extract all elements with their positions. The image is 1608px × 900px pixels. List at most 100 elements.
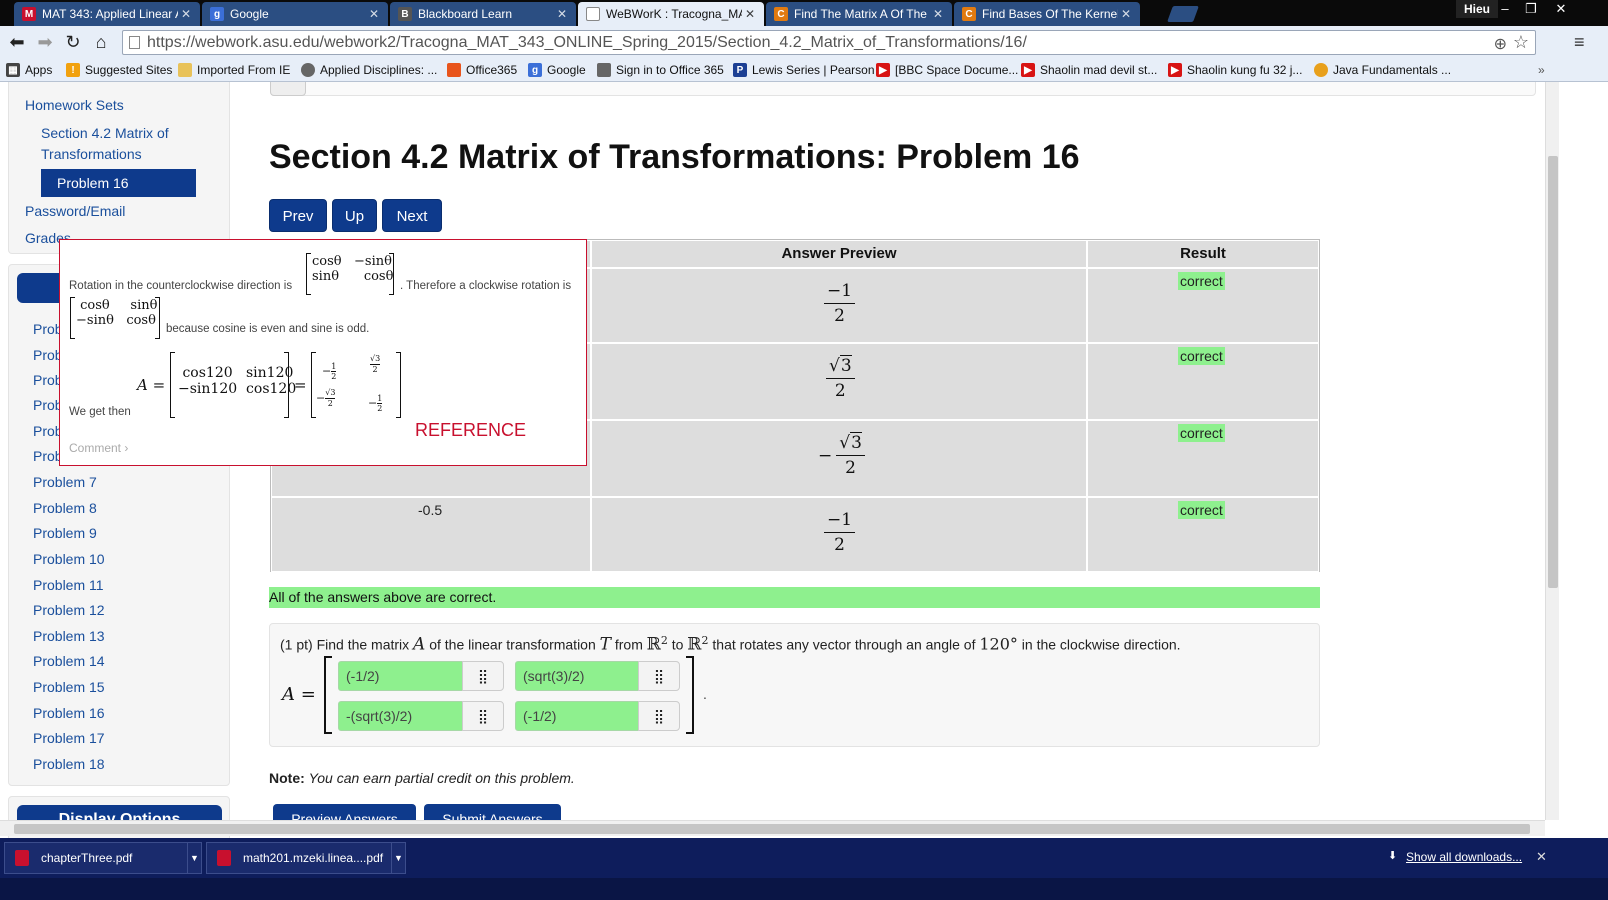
new-tab-button[interactable] bbox=[1167, 6, 1199, 22]
answer-input-3[interactable]: -(sqrt(3)/2) bbox=[338, 701, 464, 731]
download-item[interactable]: chapterThree.pdf ▼ bbox=[4, 842, 202, 874]
section-link-line2[interactable]: Transformations bbox=[41, 146, 142, 162]
tab-find-bases[interactable]: C Find Bases Of The Kernel ✕ bbox=[954, 2, 1140, 26]
close-icon[interactable]: ✕ bbox=[178, 7, 194, 21]
minimize-icon[interactable]: – bbox=[1492, 0, 1518, 18]
bookmark-java[interactable]: Java Fundamentals ... bbox=[1314, 62, 1451, 78]
close-icon[interactable]: ✕ bbox=[554, 7, 570, 21]
close-icon[interactable]: ✕ bbox=[742, 7, 758, 21]
problem-18-link[interactable]: Problem 18 bbox=[33, 756, 105, 772]
bookmark-applied[interactable]: Applied Disciplines: ... bbox=[301, 62, 437, 78]
page-content: Homework Sets Section 4.2 Matrix of Tran… bbox=[0, 82, 1590, 838]
horizontal-scrollbar[interactable] bbox=[0, 820, 1545, 836]
close-icon[interactable]: ✕ bbox=[930, 7, 946, 21]
equation-editor-button[interactable]: ⣿ bbox=[462, 661, 504, 691]
tab-blackboard[interactable]: B Blackboard Learn ✕ bbox=[390, 2, 576, 26]
vertical-scrollbar[interactable] bbox=[1545, 82, 1559, 820]
password-email-link[interactable]: Password/Email bbox=[25, 203, 125, 219]
bookmark-pearson[interactable]: P Lewis Series | Pearson bbox=[733, 62, 875, 78]
problem-13-link[interactable]: Problem 13 bbox=[33, 628, 105, 644]
home-icon[interactable]: ⌂ bbox=[88, 30, 114, 54]
download-bar: chapterThree.pdf ▼ math201.mzeki.linea..… bbox=[0, 838, 1608, 878]
problem-10-link[interactable]: Problem 10 bbox=[33, 551, 105, 567]
answer-input-4[interactable]: (-1/2) bbox=[515, 701, 641, 731]
show-all-downloads-link[interactable]: Show all downloads... bbox=[1406, 850, 1522, 864]
problem-12-link[interactable]: Problem 12 bbox=[33, 602, 105, 618]
equation-editor-button[interactable]: ⣿ bbox=[638, 701, 680, 731]
restore-icon[interactable]: ❐ bbox=[1518, 0, 1544, 18]
active-problem-link[interactable]: Problem 16 bbox=[41, 169, 196, 197]
star-icon[interactable]: ☆ bbox=[1513, 31, 1529, 54]
answer-input-2[interactable]: (sqrt(3)/2) bbox=[515, 661, 641, 691]
close-window-icon[interactable]: ✕ bbox=[1548, 0, 1574, 18]
prev-button[interactable]: Prev bbox=[269, 199, 327, 232]
equals-sign: = bbox=[294, 376, 307, 394]
menu-icon[interactable]: ≡ bbox=[1574, 33, 1592, 51]
bookmark-label: Shaolin kung fu 32 j... bbox=[1187, 63, 1303, 77]
problem-11-link[interactable]: Problem 11 bbox=[33, 577, 104, 593]
popup-we-get: We get then bbox=[69, 406, 131, 418]
bookmarks-overflow-icon[interactable]: » bbox=[1538, 62, 1545, 78]
tab-webwork[interactable]: WeBWorK : Tracogna_MA ✕ bbox=[578, 2, 764, 26]
section-link[interactable]: Section 4.2 Matrix of bbox=[41, 125, 169, 141]
pdf-icon bbox=[217, 850, 231, 866]
comment-link[interactable]: Comment › bbox=[69, 441, 128, 455]
A-result-matrix: −1 2 √3 2 − √3 2 −1 2 bbox=[316, 354, 400, 416]
correct-badge: correct bbox=[1178, 272, 1225, 290]
reload-icon[interactable]: ↻ bbox=[60, 30, 86, 54]
bookmark-signin[interactable]: Sign in to Office 365 bbox=[597, 62, 724, 78]
homework-sets-link[interactable]: Homework Sets bbox=[25, 97, 124, 113]
bookmark-imported[interactable]: Imported From IE bbox=[178, 62, 290, 78]
tab-google[interactable]: g Google ✕ bbox=[202, 2, 388, 26]
problem-16-link[interactable]: Problem 16 bbox=[33, 705, 105, 721]
problem-box: (1 pt) Find the matrix A of the linear t… bbox=[269, 623, 1320, 747]
equation-editor-button[interactable]: ⣿ bbox=[638, 661, 680, 691]
result-cell: correct bbox=[1087, 343, 1319, 420]
bookmark-shaolin2[interactable]: ▶ Shaolin kung fu 32 j... bbox=[1168, 62, 1302, 78]
equation-editor-button[interactable]: ⣿ bbox=[462, 701, 504, 731]
document-icon bbox=[586, 7, 600, 21]
close-icon[interactable]: ✕ bbox=[366, 7, 382, 21]
matrix-entry: sinθ bbox=[312, 269, 340, 284]
problem-17-link[interactable]: Problem 17 bbox=[33, 730, 105, 746]
up-button[interactable]: Up bbox=[332, 199, 377, 232]
chevron-down-icon[interactable]: ▼ bbox=[187, 843, 201, 873]
forward-icon[interactable]: ➡ bbox=[32, 30, 58, 54]
tab-mat343[interactable]: M MAT 343: Applied Linear A ✕ bbox=[14, 2, 200, 26]
matrix-bracket bbox=[284, 352, 289, 418]
A-middle-matrix: cos120 sin120 −sin120 cos120 bbox=[178, 365, 296, 397]
problem-9-link[interactable]: Problem 9 bbox=[33, 525, 97, 541]
bookmark-label: Java Fundamentals ... bbox=[1333, 63, 1452, 77]
scrollbar-thumb[interactable] bbox=[14, 824, 1530, 834]
tab-label: Find Bases Of The Kernel bbox=[982, 7, 1118, 21]
preview-cell: − √3 2 bbox=[591, 420, 1087, 497]
close-icon[interactable]: ✕ bbox=[1118, 7, 1134, 21]
bookmark-shaolin1[interactable]: ▶ Shaolin mad devil st... bbox=[1021, 62, 1157, 78]
matrix-bracket bbox=[155, 297, 160, 339]
preview-cell: −1 2 bbox=[591, 268, 1087, 343]
tab-find-matrix[interactable]: C Find The Matrix A Of The ✕ bbox=[766, 2, 952, 26]
problem-8-link[interactable]: Problem 8 bbox=[33, 500, 97, 516]
top-box-button[interactable] bbox=[270, 82, 306, 96]
bookmark-apps[interactable]: ▦ Apps bbox=[6, 62, 52, 78]
problem-7-link[interactable]: Problem 7 bbox=[33, 474, 97, 490]
back-icon[interactable]: ⬅ bbox=[4, 30, 30, 54]
next-button[interactable]: Next bbox=[382, 199, 442, 232]
answer-input-1[interactable]: (-1/2) bbox=[338, 661, 464, 691]
bookmark-office365[interactable]: Office365 bbox=[447, 62, 517, 78]
chevron-down-icon[interactable]: ▼ bbox=[391, 843, 405, 873]
close-icon[interactable]: ✕ bbox=[1536, 849, 1547, 865]
partial-credit-note: Note: You can earn partial credit on thi… bbox=[269, 770, 575, 786]
bookmark-google[interactable]: g Google bbox=[528, 62, 586, 78]
download-item[interactable]: math201.mzeki.linea....pdf ▼ bbox=[206, 842, 406, 874]
scrollbar-thumb[interactable] bbox=[1548, 156, 1558, 588]
matrix-entry-21: − √3 2 bbox=[316, 388, 336, 408]
zoom-icon[interactable]: ⊕ bbox=[1494, 33, 1507, 56]
problem-14-link[interactable]: Problem 14 bbox=[33, 653, 105, 669]
bookmark-bbc[interactable]: ▶ [BBC Space Docume... bbox=[876, 62, 1018, 78]
correct-badge: correct bbox=[1178, 424, 1225, 442]
google-icon: g bbox=[528, 63, 542, 77]
bookmark-suggested[interactable]: ! Suggested Sites bbox=[66, 62, 172, 78]
address-bar[interactable]: https://webwork.asu.edu/webwork2/Tracogn… bbox=[122, 30, 1536, 55]
problem-15-link[interactable]: Problem 15 bbox=[33, 679, 105, 695]
